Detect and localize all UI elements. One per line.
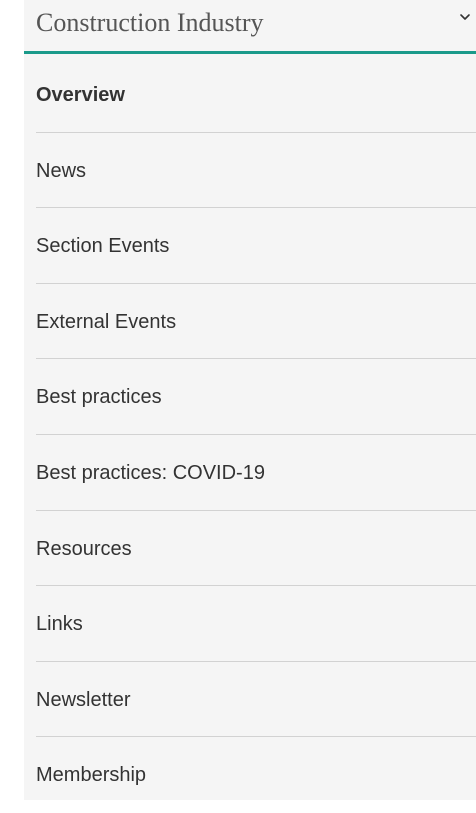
chevron-down-icon <box>458 10 472 24</box>
section-navigation: Construction Industry Overview News Sect… <box>24 0 476 800</box>
menu-item-best-practices-covid[interactable]: Best practices: COVID-19 <box>36 435 476 511</box>
menu-item-label: Newsletter <box>36 688 131 711</box>
menu-item-links[interactable]: Links <box>36 586 476 662</box>
menu-item-membership[interactable]: Membership <box>36 737 476 813</box>
section-menu: Overview News Section Events External Ev… <box>24 57 476 813</box>
menu-item-label: Best practices <box>36 386 162 409</box>
menu-item-newsletter[interactable]: Newsletter <box>36 662 476 738</box>
section-title: Construction Industry <box>36 8 264 37</box>
menu-item-label: Best practices: COVID-19 <box>36 461 265 484</box>
menu-item-best-practices[interactable]: Best practices <box>36 359 476 435</box>
menu-item-label: Section Events <box>36 235 170 258</box>
menu-item-section-events[interactable]: Section Events <box>36 208 476 284</box>
menu-item-label: Links <box>36 613 83 636</box>
menu-item-label: Membership <box>36 764 147 787</box>
menu-item-label: Resources <box>36 537 132 560</box>
menu-item-label: External Events <box>36 310 177 333</box>
menu-item-external-events[interactable]: External Events <box>36 284 476 360</box>
section-dropdown-toggle[interactable]: Construction Industry <box>24 0 476 54</box>
menu-item-label: News <box>36 159 87 182</box>
menu-item-overview[interactable]: Overview <box>36 57 476 133</box>
menu-item-news[interactable]: News <box>36 133 476 209</box>
menu-item-resources[interactable]: Resources <box>36 511 476 587</box>
menu-item-label: Overview <box>36 84 125 106</box>
